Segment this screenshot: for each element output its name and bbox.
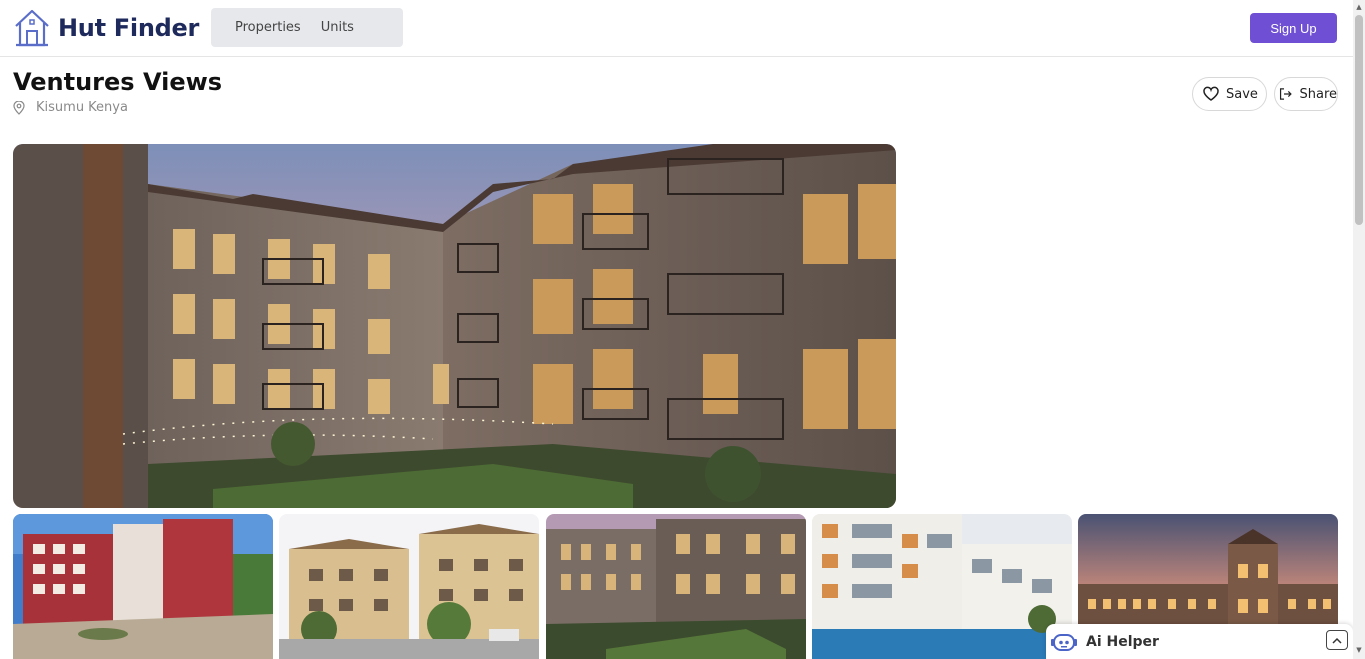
share-button[interactable]: Share [1274,77,1338,111]
thumbnail-1[interactable] [13,514,273,659]
page-title: Ventures Views [13,68,223,96]
share-label: Share [1299,86,1337,102]
page-scrollbar[interactable]: ▲ ▼ [1353,0,1365,659]
location-text: Kisumu Kenya [36,100,128,115]
nav-units[interactable]: Units [321,20,354,35]
nav-properties[interactable]: Properties [235,20,301,35]
robot-icon [1051,633,1077,651]
house-icon [15,9,49,47]
main-property-image[interactable] [13,144,896,508]
scroll-up-arrow-icon[interactable]: ▲ [1355,2,1363,12]
chevron-up-icon[interactable] [1326,630,1348,650]
app-name: Hut Finder [58,14,200,42]
logo[interactable]: Hut Finder [13,8,199,48]
save-label: Save [1226,86,1258,102]
heart-icon [1203,86,1219,101]
ai-helper-panel[interactable]: Ai Helper [1046,624,1353,659]
thumbnail-2[interactable] [279,514,539,659]
scrollbar-thumb[interactable] [1355,15,1363,225]
thumbnail-3[interactable] [546,514,806,659]
save-button[interactable]: Save [1192,77,1267,111]
map-pin-icon [13,100,25,115]
sign-up-button[interactable]: Sign Up [1250,13,1337,43]
share-icon [1279,88,1292,100]
ai-helper-label: Ai Helper [1086,633,1159,650]
thumbnail-4[interactable] [812,514,1072,659]
main-nav: Properties Units [211,8,403,47]
scroll-down-arrow-icon[interactable]: ▼ [1355,645,1363,655]
property-location: Kisumu Kenya [13,100,128,115]
top-header: Hut Finder Properties Units Sign Up [0,0,1353,57]
